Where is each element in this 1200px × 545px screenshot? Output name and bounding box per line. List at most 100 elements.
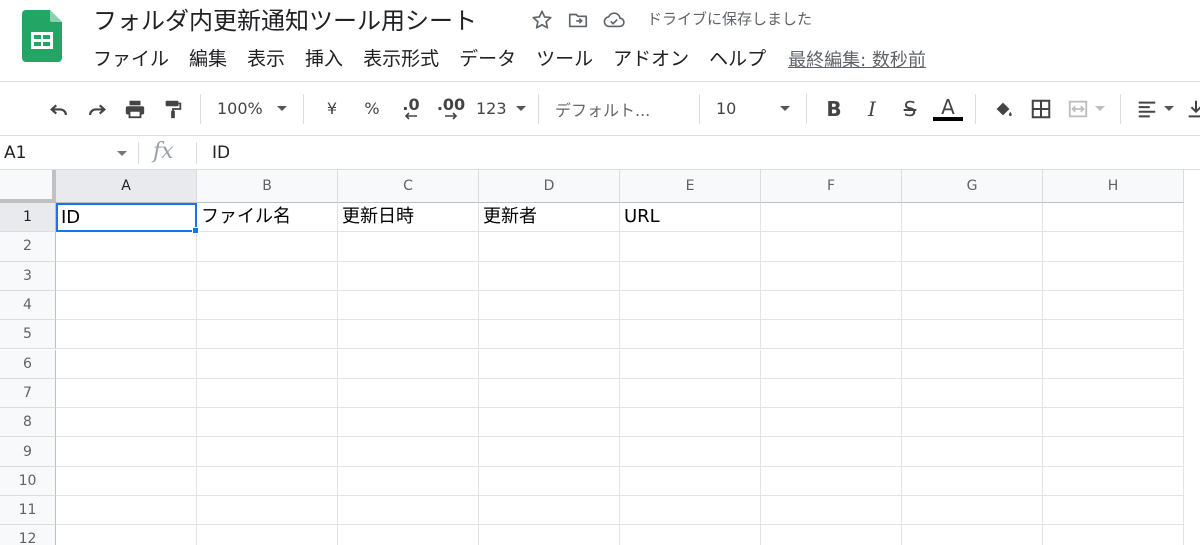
menu-file[interactable]: ファイル — [83, 44, 179, 74]
cell-h11[interactable] — [1043, 496, 1184, 526]
cell-h8[interactable] — [1043, 408, 1184, 438]
menu-view[interactable]: 表示 — [237, 44, 295, 74]
vertical-align-icon[interactable] — [1181, 91, 1200, 127]
cell-h2[interactable] — [1043, 232, 1184, 262]
cell-e7[interactable] — [620, 378, 761, 409]
cell-g1[interactable] — [902, 203, 1043, 233]
cell-g6[interactable] — [902, 349, 1043, 379]
cell-g2[interactable] — [902, 232, 1043, 262]
row-header-9[interactable]: 9 — [0, 437, 56, 467]
cell-h3[interactable] — [1043, 261, 1184, 291]
cell-g3[interactable] — [902, 261, 1043, 291]
menu-help[interactable]: ヘルプ — [699, 44, 776, 74]
cell-f11[interactable] — [761, 496, 902, 526]
cell-f10[interactable] — [761, 466, 902, 496]
currency-button[interactable]: ¥ — [312, 91, 352, 127]
cell-f2[interactable] — [761, 232, 902, 262]
paint-format-icon[interactable] — [154, 91, 192, 127]
undo-icon[interactable] — [40, 91, 78, 127]
cell-h5[interactable] — [1043, 320, 1184, 350]
cell-g11[interactable] — [902, 496, 1043, 526]
cell-c10[interactable] — [338, 466, 479, 496]
cell-c3[interactable] — [338, 261, 479, 291]
cell-a2[interactable] — [56, 232, 197, 262]
fill-color-icon[interactable] — [984, 91, 1022, 127]
cell-a3[interactable] — [56, 261, 197, 291]
cell-c8[interactable] — [338, 408, 479, 438]
cell-f5[interactable] — [761, 320, 902, 350]
row-header-7[interactable]: 7 — [0, 378, 56, 409]
cell-h9[interactable] — [1043, 437, 1184, 467]
cell-d7[interactable] — [479, 378, 620, 409]
column-header-h[interactable]: H — [1043, 170, 1184, 203]
cell-b2[interactable] — [197, 232, 338, 262]
fill-handle[interactable] — [192, 227, 199, 235]
cell-g4[interactable] — [902, 290, 1043, 321]
cell-g7[interactable] — [902, 378, 1043, 409]
cell-g10[interactable] — [902, 466, 1043, 496]
cell-d1[interactable]: 更新者 — [479, 203, 620, 233]
row-header-2[interactable]: 2 — [0, 232, 56, 262]
cell-e1[interactable]: URL — [620, 203, 761, 233]
cell-e11[interactable] — [620, 496, 761, 526]
cell-c5[interactable] — [338, 320, 479, 350]
cell-a6[interactable] — [56, 349, 197, 379]
cell-b9[interactable] — [197, 437, 338, 467]
cell-a4[interactable] — [56, 290, 197, 321]
merge-cells-icon[interactable] — [1060, 91, 1112, 127]
font-family-select[interactable]: デフォルト... — [547, 91, 691, 127]
cell-f7[interactable] — [761, 378, 902, 409]
cell-e9[interactable] — [620, 437, 761, 467]
zoom-select[interactable]: 100% — [209, 91, 295, 127]
document-title[interactable]: フォルダ内更新通知ツール用シート — [93, 4, 477, 38]
cell-a10[interactable] — [56, 466, 197, 496]
italic-button[interactable]: I — [853, 91, 891, 127]
horizontal-align-icon[interactable] — [1129, 91, 1181, 127]
cell-b8[interactable] — [197, 408, 338, 438]
cell-d3[interactable] — [479, 261, 620, 291]
row-header-4[interactable]: 4 — [0, 290, 56, 321]
cell-e2[interactable] — [620, 232, 761, 262]
select-all-corner[interactable] — [0, 170, 56, 203]
cell-b1[interactable]: ファイル名 — [197, 203, 338, 233]
cell-b6[interactable] — [197, 349, 338, 379]
cell-f6[interactable] — [761, 349, 902, 379]
cell-c6[interactable] — [338, 349, 479, 379]
cell-f9[interactable] — [761, 437, 902, 467]
cell-c4[interactable] — [338, 290, 479, 321]
column-header-a[interactable]: A — [56, 170, 197, 203]
font-size-select[interactable]: 10 — [708, 91, 798, 127]
menu-addons[interactable]: アドオン — [603, 44, 699, 74]
cell-h6[interactable] — [1043, 349, 1184, 379]
row-header-12[interactable]: 12 — [0, 525, 56, 545]
print-icon[interactable] — [116, 91, 154, 127]
row-header-5[interactable]: 5 — [0, 320, 56, 350]
row-header-3[interactable]: 3 — [0, 261, 56, 291]
cell-c12[interactable] — [338, 525, 479, 545]
text-color-button[interactable]: A — [929, 91, 967, 127]
cell-f3[interactable] — [761, 261, 902, 291]
cell-f4[interactable] — [761, 290, 902, 321]
cell-d4[interactable] — [479, 290, 620, 321]
cell-b4[interactable] — [197, 290, 338, 321]
percent-button[interactable]: % — [352, 91, 392, 127]
move-to-folder-icon[interactable] — [566, 8, 590, 32]
more-formats-select[interactable]: 123 — [472, 91, 530, 127]
strikethrough-button[interactable]: S — [891, 91, 929, 127]
cell-b3[interactable] — [197, 261, 338, 291]
menu-data[interactable]: データ — [449, 44, 526, 74]
cell-h7[interactable] — [1043, 378, 1184, 409]
cell-a8[interactable] — [56, 408, 197, 438]
bold-button[interactable]: B — [815, 91, 853, 127]
cell-b10[interactable] — [197, 466, 338, 496]
cell-d2[interactable] — [479, 232, 620, 262]
row-header-11[interactable]: 11 — [0, 496, 56, 526]
cell-f1[interactable] — [761, 203, 902, 233]
cell-g9[interactable] — [902, 437, 1043, 467]
cell-c2[interactable] — [338, 232, 479, 262]
row-header-8[interactable]: 8 — [0, 408, 56, 438]
cell-a11[interactable] — [56, 496, 197, 526]
cloud-done-icon[interactable] — [602, 8, 626, 32]
cell-d5[interactable] — [479, 320, 620, 350]
cell-b11[interactable] — [197, 496, 338, 526]
